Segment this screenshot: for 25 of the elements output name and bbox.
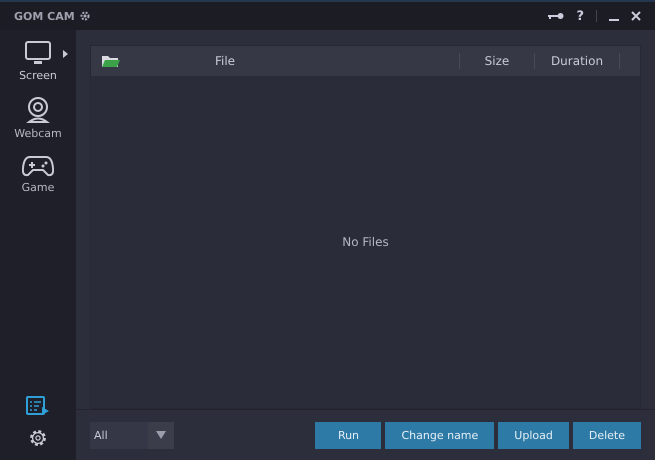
settings-icon[interactable] <box>28 428 48 448</box>
webcam-icon <box>25 96 51 124</box>
column-header[interactable]: Duration <box>535 53 620 69</box>
settings-icon[interactable] <box>78 10 91 22</box>
action-button[interactable]: Change name <box>385 422 494 448</box>
action-button[interactable]: Run <box>315 422 382 448</box>
monitor-icon <box>24 40 52 66</box>
video-list-icon[interactable] <box>26 396 50 416</box>
sidebar-item[interactable]: Screen <box>8 40 68 82</box>
filter-dropdown[interactable]: All <box>90 422 174 448</box>
sidebar-item[interactable]: Game <box>8 154 68 194</box>
close-icon[interactable] <box>631 11 641 21</box>
caret-icon <box>156 431 166 439</box>
folder-icon[interactable] <box>101 54 121 68</box>
action-button[interactable]: Delete <box>572 422 641 448</box>
empty-message: No Files <box>342 235 389 249</box>
key-icon[interactable] <box>548 12 564 20</box>
help-button[interactable]: ? <box>576 8 584 24</box>
app-title: GOM CAM <box>14 10 75 22</box>
column-header[interactable]: File <box>131 53 460 69</box>
action-button[interactable]: Upload <box>498 422 569 448</box>
sidebar-item[interactable]: Webcam <box>8 96 68 140</box>
column-header[interactable]: Size <box>460 53 535 69</box>
caret-icon <box>63 50 68 58</box>
gamepad-icon <box>22 154 54 178</box>
